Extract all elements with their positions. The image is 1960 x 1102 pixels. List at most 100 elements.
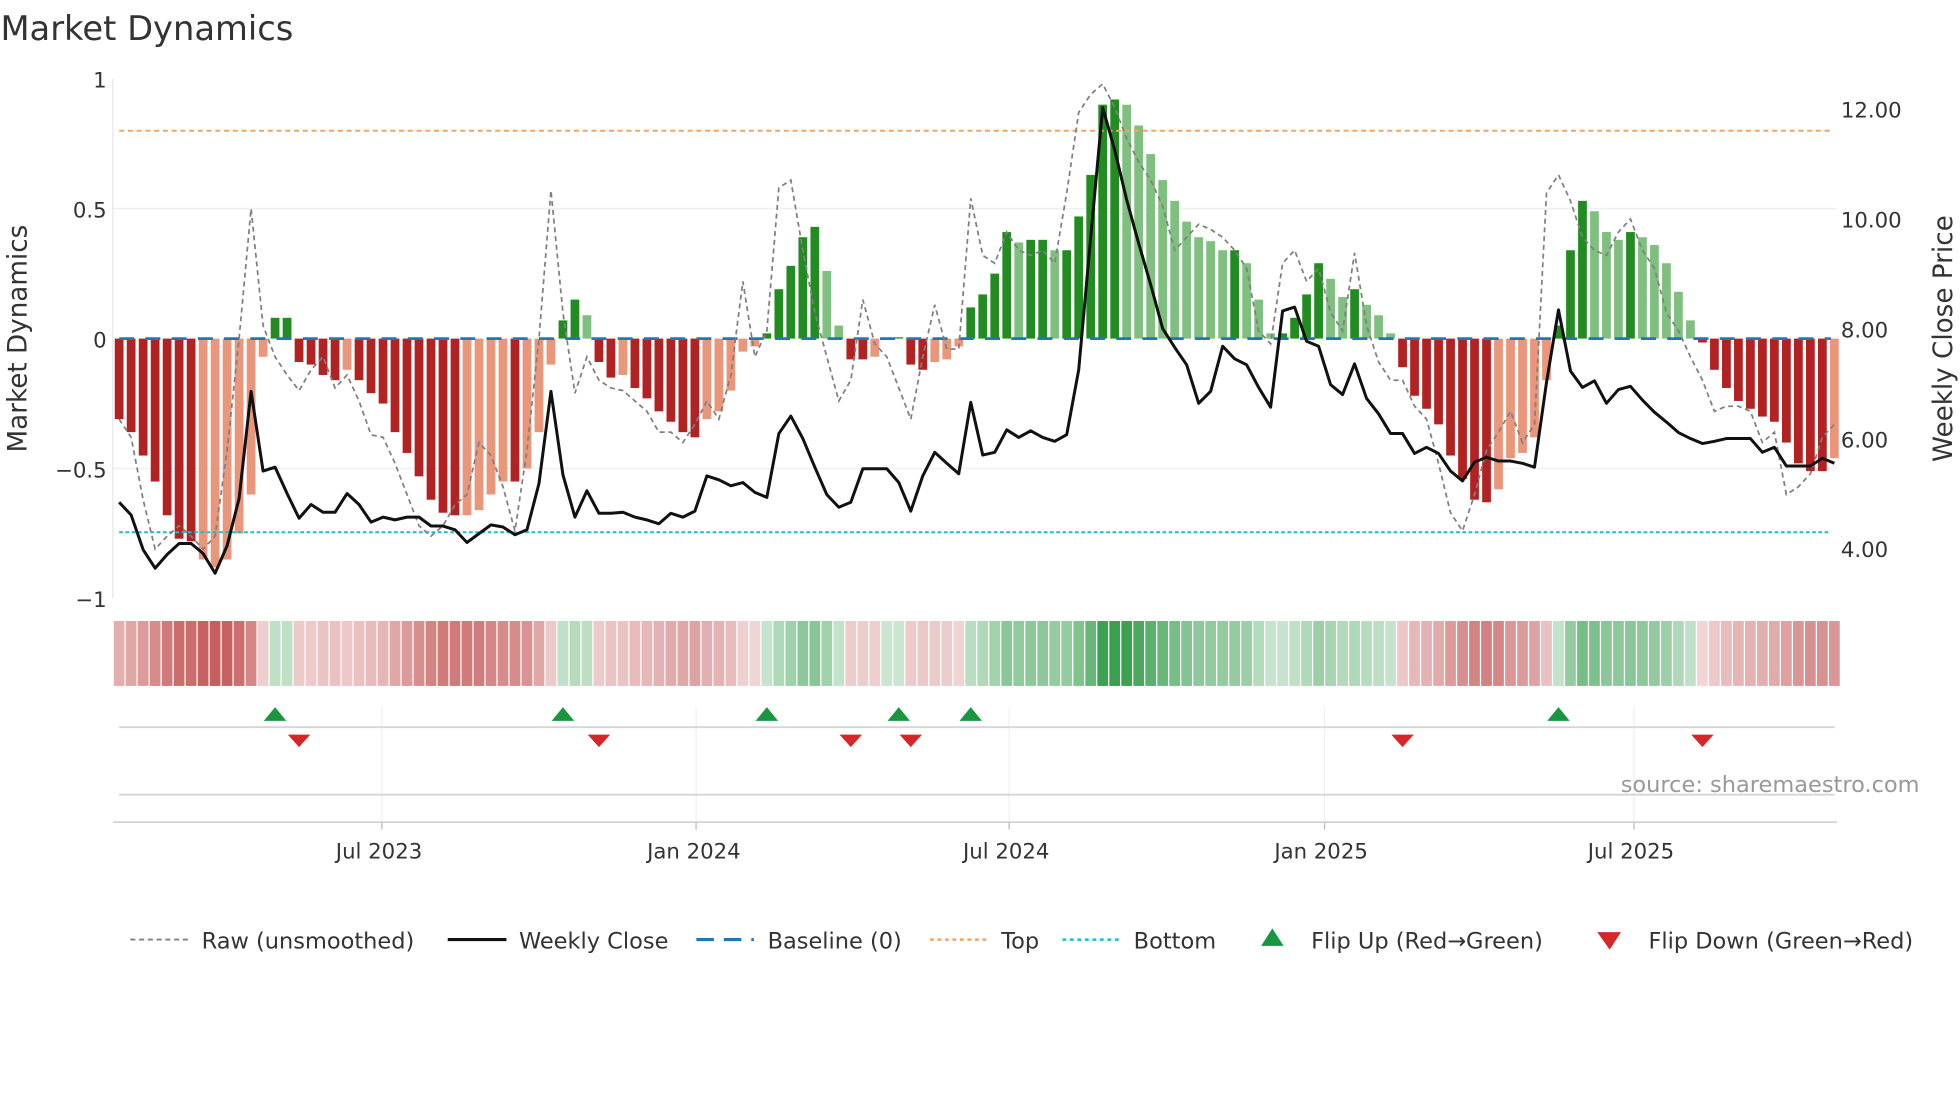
heat-cell: [1289, 620, 1300, 686]
heat-cell: [1481, 620, 1492, 686]
flip-down-icon: [1691, 734, 1714, 748]
bar: [642, 338, 652, 399]
heat-cell: [1709, 620, 1720, 686]
bar: [738, 338, 748, 352]
bar: [258, 338, 268, 357]
heat-cell: [989, 620, 1001, 686]
bar: [666, 338, 676, 422]
bar: [1398, 338, 1407, 368]
bar: [186, 338, 196, 542]
heat-cell: [1769, 620, 1780, 686]
weekly-close-line: [118, 106, 1835, 575]
bar: [966, 307, 976, 339]
heat-cell: [653, 620, 665, 686]
bar: [894, 337, 904, 339]
chart-title: Market Dynamics: [0, 9, 293, 48]
bar: [1686, 320, 1695, 339]
bar: [402, 338, 412, 453]
bar: [1817, 338, 1827, 472]
bar: [378, 338, 388, 404]
bar: [774, 289, 784, 339]
bar: [330, 338, 340, 381]
bar: [618, 338, 628, 375]
flip-up-icon: [755, 707, 779, 721]
heat-cell: [701, 620, 713, 686]
bar: [930, 338, 940, 362]
heat-cell: [521, 620, 533, 686]
bar: [354, 338, 364, 381]
bar: [306, 338, 316, 365]
bar: [1482, 338, 1491, 503]
heat-cell: [773, 620, 785, 686]
heat-cell: [797, 620, 809, 686]
heat-cell: [1313, 620, 1324, 686]
heat-cell: [1157, 620, 1169, 686]
heat-cell: [1793, 620, 1804, 686]
heat-cell: [1613, 620, 1624, 686]
bar: [486, 338, 496, 495]
heat-cell: [173, 620, 185, 686]
heat-cell: [1169, 620, 1181, 686]
flip-down-icon: [1391, 734, 1414, 748]
heat-cell: [905, 620, 917, 686]
bar: [1182, 221, 1192, 339]
heat-cell: [893, 620, 905, 686]
heat-cell: [1361, 620, 1372, 686]
bar: [1014, 242, 1024, 339]
flip-down-icon: [587, 734, 611, 748]
heat-cell: [1805, 620, 1816, 686]
legend-bottom-label: Bottom: [1134, 928, 1216, 954]
bar: [1002, 232, 1012, 339]
heat-cell: [593, 620, 605, 686]
bar: [318, 338, 328, 375]
heat-cell: [713, 620, 725, 686]
heat-cell: [1697, 620, 1708, 686]
bar: [690, 338, 700, 438]
flip-up-icon: [959, 707, 982, 721]
heat-cell: [449, 620, 461, 686]
heat-cell: [1349, 620, 1360, 686]
bar: [1650, 245, 1659, 339]
legend: Raw (unsmoothed) Weekly Close Baseline (…: [130, 928, 1913, 954]
bar: [990, 273, 1000, 339]
bar: [282, 317, 292, 339]
heat-cell: [617, 620, 629, 686]
x-tick-label: Jul 2024: [961, 839, 1049, 864]
heat-cell: [1109, 620, 1121, 686]
legend-flip-up-label: Flip Up (Red→Green): [1311, 928, 1543, 954]
legend-raw-label: Raw (unsmoothed): [202, 928, 415, 954]
bar: [810, 226, 820, 339]
heat-cell: [581, 620, 593, 686]
bar: [534, 338, 544, 433]
y2-axis-title: Weekly Close Price: [1929, 215, 1959, 462]
heat-cell: [329, 620, 341, 686]
bar: [1518, 338, 1527, 453]
legend-flip-down-label: Flip Down (Green→Red): [1648, 928, 1913, 954]
bar: [294, 338, 304, 362]
heat-cell: [1217, 620, 1229, 686]
heat-cell: [1517, 620, 1528, 686]
heat-cell: [1685, 620, 1696, 686]
heat-cell: [929, 620, 941, 686]
bar: [342, 338, 352, 370]
bar: [1170, 200, 1180, 339]
heat-cell: [461, 620, 473, 686]
bar: [1218, 250, 1228, 339]
bar: [1422, 338, 1431, 409]
y-tick-label: −0.5: [55, 458, 107, 483]
bar: [270, 317, 280, 339]
bar: [366, 338, 376, 394]
heat-cell: [1445, 620, 1456, 686]
flip-up-icon: [551, 707, 575, 721]
x-tick-label: Jul 2025: [1586, 839, 1674, 864]
heat-cell: [1469, 620, 1480, 686]
bar: [1758, 338, 1767, 417]
bar: [198, 338, 208, 560]
bar: [462, 338, 472, 516]
heat-cell: [1145, 620, 1157, 686]
heat-cell: [1421, 620, 1432, 686]
heat-cell: [1673, 620, 1684, 686]
bar: [1494, 338, 1503, 490]
bar: [582, 315, 592, 339]
bar: [1614, 239, 1623, 339]
